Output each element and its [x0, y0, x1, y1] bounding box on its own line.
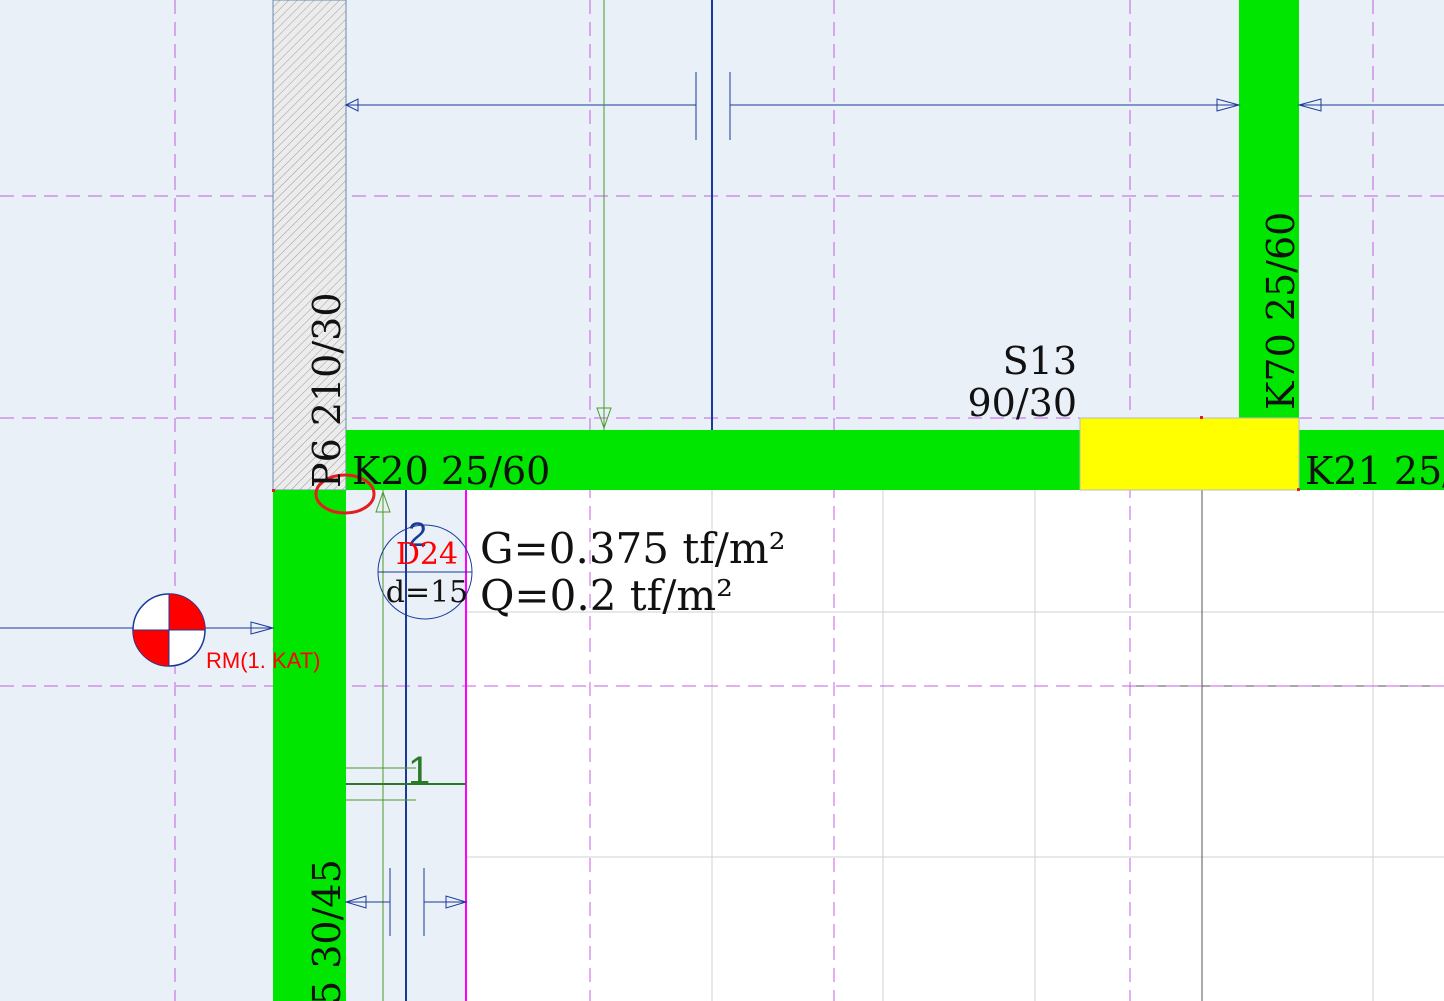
slab-name: D24 — [396, 537, 458, 572]
support-label: RM(1. KAT) — [206, 648, 320, 673]
column-s13-name: S13 — [1003, 339, 1077, 383]
load-arrow-top — [596, 0, 612, 430]
column-s13-size: 90/30 — [967, 381, 1077, 425]
support-point-icon[interactable] — [132, 593, 206, 667]
wall-p6-label: P6 210/30 — [305, 292, 349, 488]
beam-k70-label: K70 25/60 — [1259, 212, 1303, 410]
slab-dead-load: G=0.375 tf/m² — [480, 524, 786, 573]
slab-thickness: d=15 — [386, 575, 469, 610]
column-s13[interactable] — [1079, 417, 1300, 491]
node-marker-label: 1 — [408, 749, 430, 793]
beam-left-label: 5 30/45 — [305, 859, 349, 1001]
beam-k20-label: K20 25/60 — [352, 449, 550, 493]
slab-live-load: Q=0.2 tf/m² — [480, 571, 733, 620]
plan-canvas[interactable]: P6 210/30 5 30/45 K70 25/60 K20 25/60 K2… — [0, 0, 1444, 1001]
beam-k21-label: K21 25/ — [1305, 449, 1444, 493]
